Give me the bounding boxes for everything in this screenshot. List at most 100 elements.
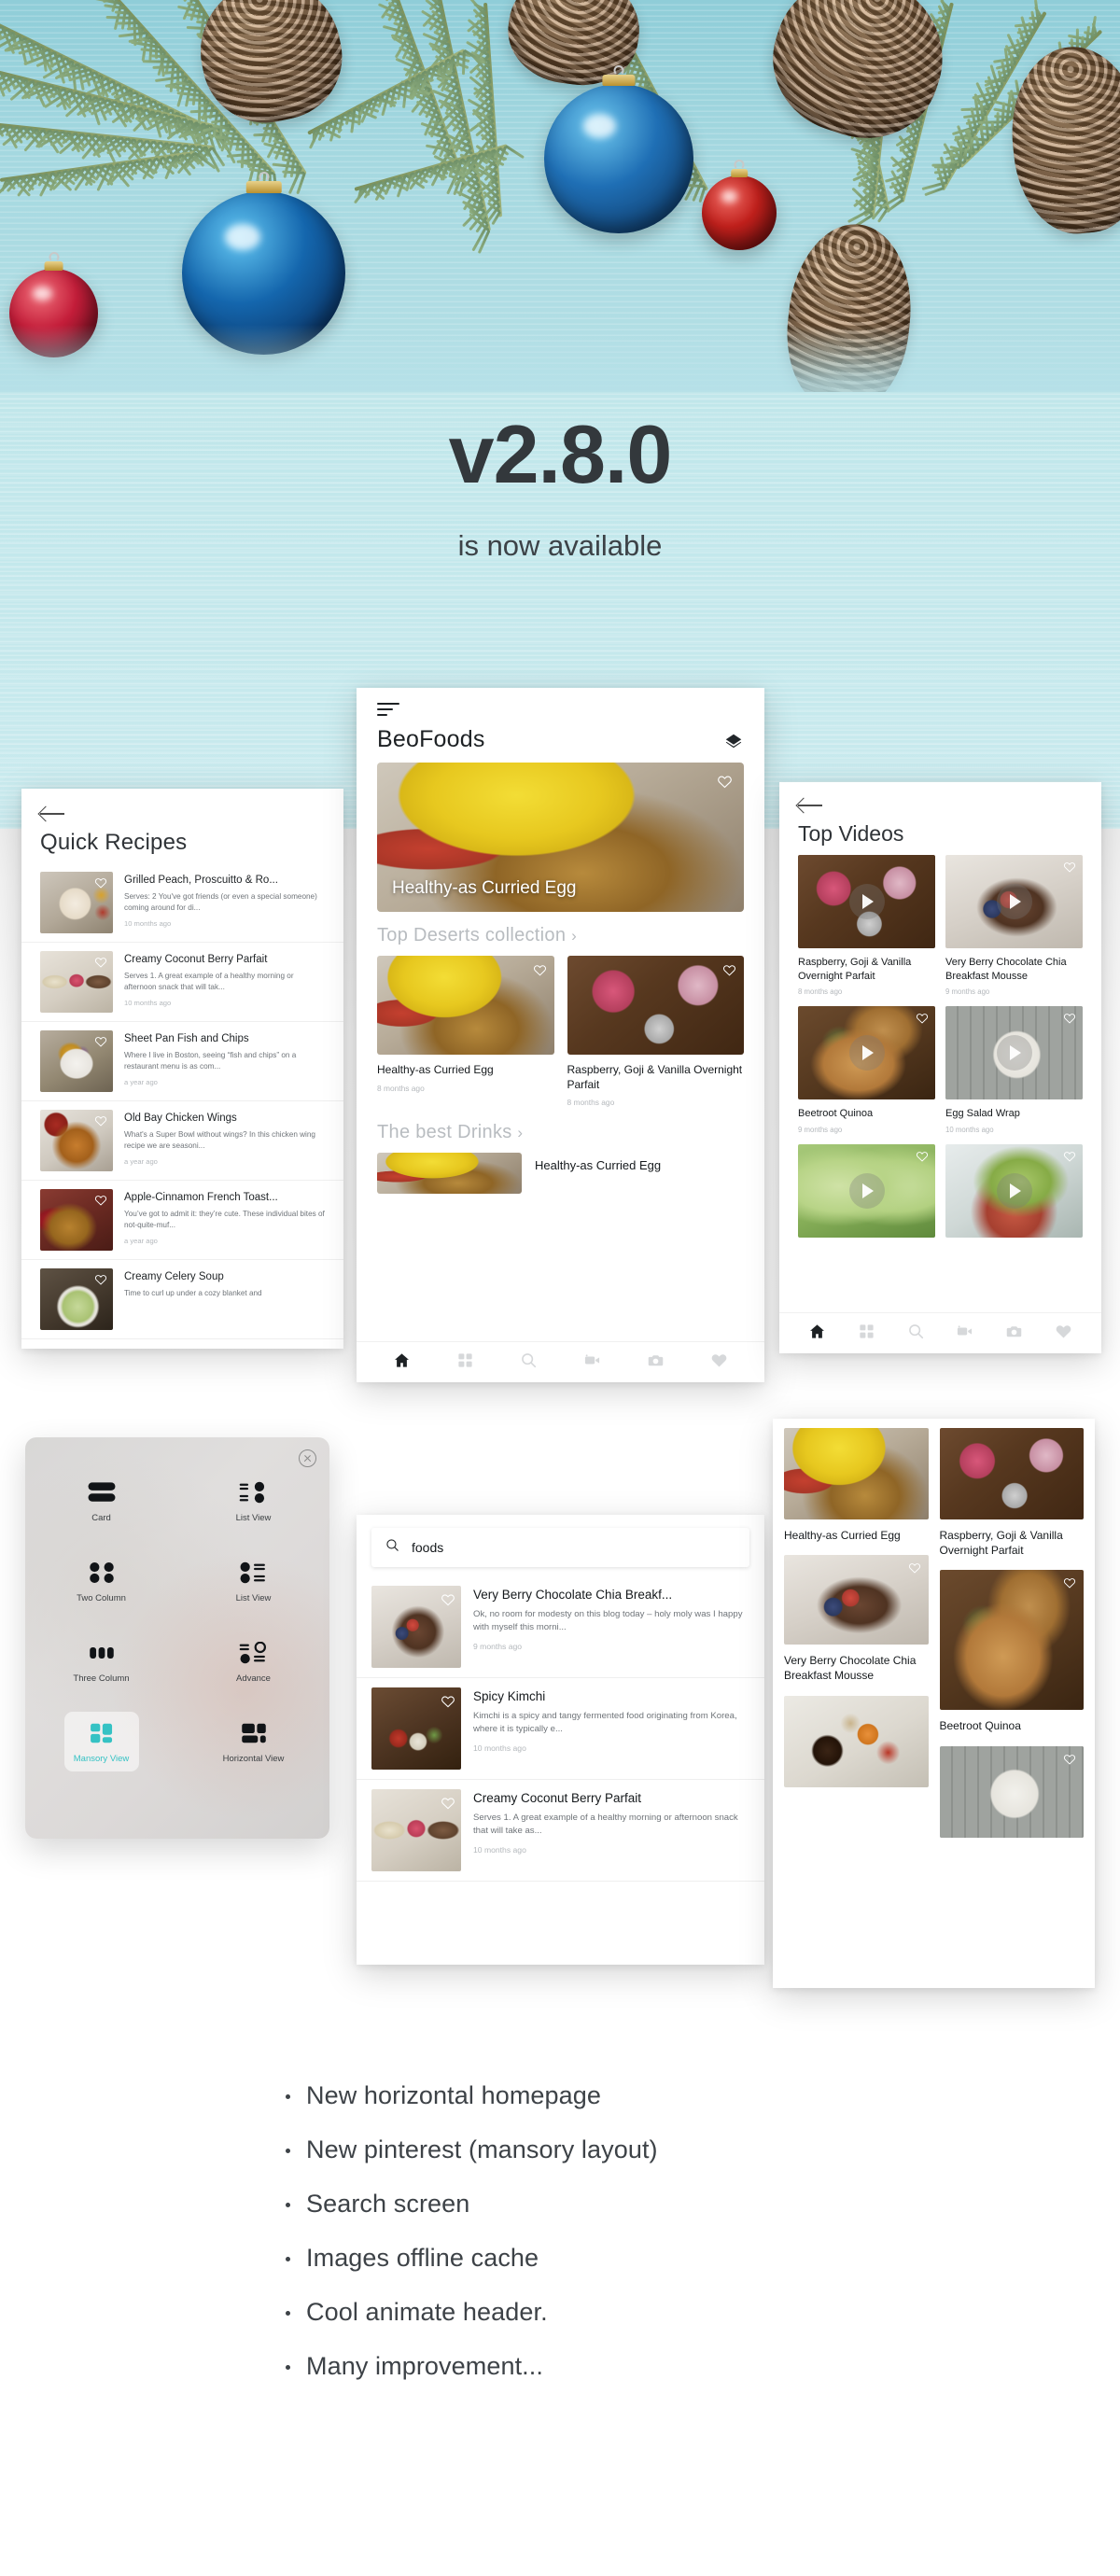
- layout-option-card[interactable]: Card: [64, 1471, 139, 1531]
- heart-icon[interactable]: [1063, 1150, 1077, 1164]
- video-card[interactable]: Raspberry, Goji & Vanilla Overnight Parf…: [798, 855, 935, 996]
- heart-icon[interactable]: [94, 1273, 108, 1287]
- close-icon[interactable]: [299, 1449, 316, 1467]
- section-label: The best Drinks: [377, 1122, 512, 1143]
- layout-option-three-column[interactable]: Three Column: [64, 1631, 139, 1691]
- result-timestamp: 10 months ago: [473, 1845, 526, 1855]
- collection-tile[interactable]: Raspberry, Goji & Vanilla Overnight Parf…: [567, 956, 744, 1107]
- recipe-list-item[interactable]: Old Bay Chicken Wings What's a Super Bow…: [21, 1101, 343, 1181]
- search-icon[interactable]: [907, 1323, 925, 1345]
- heart-icon[interactable]: [1063, 1753, 1077, 1767]
- recipe-list-item[interactable]: Creamy Celery Soup Time to curl up under…: [21, 1260, 343, 1339]
- heart-icon[interactable]: [94, 876, 108, 890]
- masonry-card[interactable]: Beetroot Quinoa: [939, 1570, 1084, 1733]
- masonry-image: [939, 1570, 1084, 1711]
- layout-option-mansory-view[interactable]: Mansory View: [63, 1712, 139, 1771]
- masonry-column-left: Healthy-as Curried Egg Very Berry Chocol…: [784, 1428, 929, 1850]
- masonry-image: [784, 1428, 929, 1519]
- layout-option-horizontal-view[interactable]: Horizontal View: [217, 1712, 291, 1771]
- layout-three-column-icon: [86, 1641, 118, 1665]
- video-card[interactable]: [945, 1143, 1083, 1238]
- masonry-card[interactable]: [784, 1695, 929, 1787]
- heart-icon[interactable]: [710, 1351, 728, 1374]
- play-icon[interactable]: [848, 1035, 885, 1071]
- bullet-icon: [286, 2149, 290, 2153]
- heart-icon[interactable]: [1063, 1012, 1077, 1026]
- home-icon[interactable]: [393, 1351, 411, 1374]
- feature-label: New horizontal homepage: [306, 2081, 601, 2109]
- video-icon[interactable]: [583, 1351, 601, 1374]
- section-title-deserts[interactable]: Top Deserts collection ›: [377, 925, 744, 946]
- heart-icon[interactable]: [908, 1561, 922, 1575]
- home-icon[interactable]: [808, 1323, 826, 1345]
- video-icon[interactable]: [956, 1323, 973, 1345]
- video-card[interactable]: Egg Salad Wrap 10 months ago: [945, 1006, 1083, 1134]
- search-icon[interactable]: [520, 1351, 538, 1374]
- masonry-card[interactable]: [939, 1745, 1084, 1838]
- masonry-image: [784, 1695, 929, 1787]
- search-result-item[interactable]: Spicy Kimchi Kimchi is a spicy and tangy…: [357, 1678, 764, 1780]
- drinks-row[interactable]: Healthy-as Curried Egg: [377, 1153, 744, 1195]
- heart-icon[interactable]: [916, 1012, 930, 1026]
- heart-icon[interactable]: [94, 1035, 108, 1049]
- video-card[interactable]: Beetroot Quinoa 9 months ago: [798, 1006, 935, 1134]
- play-icon[interactable]: [848, 884, 885, 919]
- page-title: Quick Recipes: [40, 830, 188, 855]
- layout-mansory-icon: [86, 1721, 118, 1745]
- recipe-list-item[interactable]: Apple-Cinnamon French Toast... You’ve go…: [21, 1181, 343, 1260]
- masonry-card[interactable]: Very Berry Chocolate Chia Breakfast Mous…: [784, 1555, 929, 1683]
- play-icon[interactable]: [848, 1172, 885, 1209]
- search-result-item[interactable]: Very Berry Chocolate Chia Breakf... Ok, …: [357, 1576, 764, 1678]
- heart-icon[interactable]: [1063, 861, 1077, 875]
- layout-option-list-view[interactable]: List View: [217, 1471, 291, 1531]
- heart-icon[interactable]: [441, 1694, 455, 1708]
- camera-icon[interactable]: [1005, 1323, 1023, 1345]
- hamburger-icon[interactable]: [377, 703, 399, 718]
- result-title: Very Berry Chocolate Chia Breakf...: [473, 1588, 673, 1602]
- recipe-list-item[interactable]: Creamy Coconut Berry Parfait Serves 1. A…: [21, 943, 343, 1022]
- heart-icon[interactable]: [717, 774, 732, 789]
- heart-icon[interactable]: [94, 956, 108, 970]
- masonry-card[interactable]: Raspberry, Goji & Vanilla Overnight Parf…: [939, 1428, 1084, 1558]
- heart-icon[interactable]: [1063, 1576, 1077, 1590]
- recipe-title: Creamy Celery Soup: [124, 1271, 224, 1282]
- heart-icon[interactable]: [94, 1114, 108, 1128]
- drink-title: Healthy-as Curried Egg: [535, 1158, 662, 1173]
- video-card[interactable]: [798, 1143, 935, 1238]
- masonry-card[interactable]: Healthy-as Curried Egg: [784, 1428, 929, 1543]
- camera-icon[interactable]: [647, 1351, 665, 1374]
- heart-icon[interactable]: [1055, 1323, 1072, 1345]
- grid-icon[interactable]: [456, 1351, 474, 1374]
- search-result-item[interactable]: Creamy Coconut Berry Parfait Serves 1. A…: [357, 1780, 764, 1882]
- heart-icon[interactable]: [533, 963, 547, 977]
- heart-icon[interactable]: [722, 963, 736, 977]
- play-icon[interactable]: [996, 884, 1032, 919]
- collection-tile[interactable]: Healthy-as Curried Egg 8 months ago: [377, 956, 554, 1107]
- home-header: BeoFoods: [357, 688, 764, 763]
- section-title-drinks[interactable]: The best Drinks ›: [377, 1122, 744, 1143]
- layout-option-label: Card: [91, 1513, 111, 1523]
- play-icon[interactable]: [996, 1172, 1032, 1209]
- back-arrow-icon[interactable]: [798, 797, 822, 814]
- heart-icon[interactable]: [916, 1150, 930, 1164]
- featured-card[interactable]: Healthy-as Curried Egg: [377, 763, 744, 912]
- layout-option-list-view[interactable]: List View: [217, 1551, 291, 1611]
- heart-icon[interactable]: [441, 1796, 455, 1810]
- layers-icon[interactable]: [723, 732, 744, 752]
- recipe-text: Creamy Coconut Berry Parfait Serves 1. A…: [124, 951, 325, 1013]
- search-input[interactable]: foods: [371, 1528, 749, 1567]
- play-icon[interactable]: [996, 1035, 1032, 1071]
- recipe-list-item[interactable]: Sheet Pan Fish and Chips Where I live in…: [21, 1022, 343, 1101]
- recipe-text: Grilled Peach, Proscuitto & Ro... Serves…: [124, 872, 325, 933]
- layout-list-view-left-icon: [238, 1561, 270, 1585]
- grid-icon[interactable]: [858, 1323, 875, 1345]
- video-card[interactable]: Very Berry Chocolate Chia Breakfast Mous…: [945, 855, 1083, 996]
- layout-option-label: Two Column: [77, 1593, 126, 1603]
- heart-icon[interactable]: [94, 1194, 108, 1208]
- recipe-list-item[interactable]: Grilled Peach, Proscuitto & Ro... Serves…: [21, 863, 343, 943]
- layout-option-two-column[interactable]: Two Column: [64, 1551, 139, 1611]
- recipe-thumbnail: [40, 951, 113, 1013]
- heart-icon[interactable]: [441, 1592, 455, 1606]
- layout-option-advance[interactable]: Advance: [217, 1631, 291, 1691]
- back-arrow-icon[interactable]: [40, 805, 64, 822]
